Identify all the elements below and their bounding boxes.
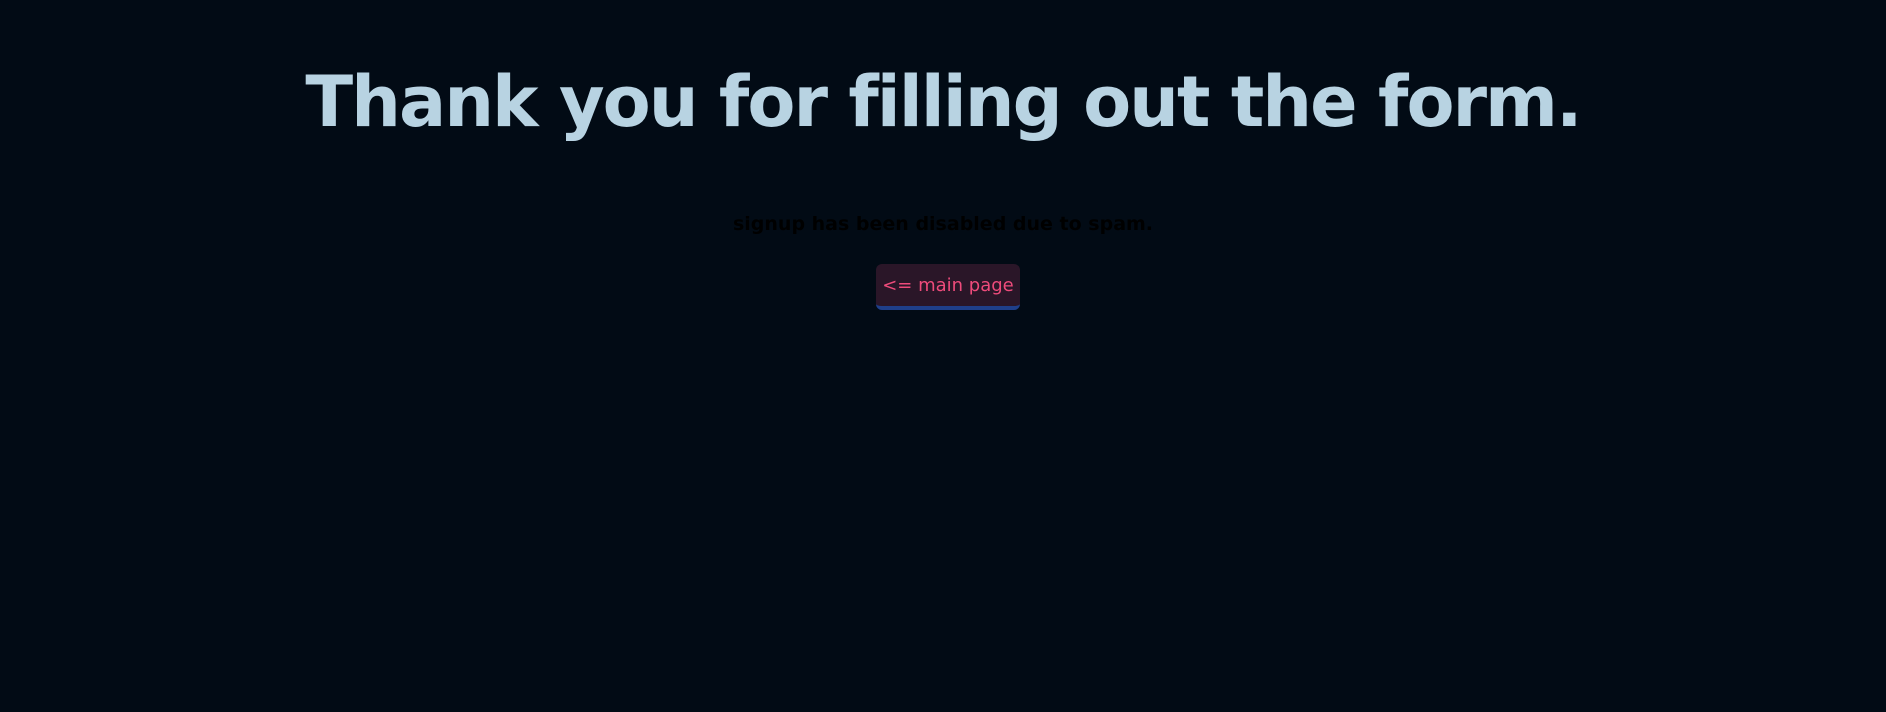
signup-disabled-notice: signup has been disabled due to spam.: [732, 213, 1154, 235]
confirmation-page: Thank you for filling out the form. sign…: [0, 0, 1886, 712]
page-title: Thank you for filling out the form.: [305, 61, 1582, 143]
main-page-button[interactable]: <= main page: [876, 264, 1020, 310]
